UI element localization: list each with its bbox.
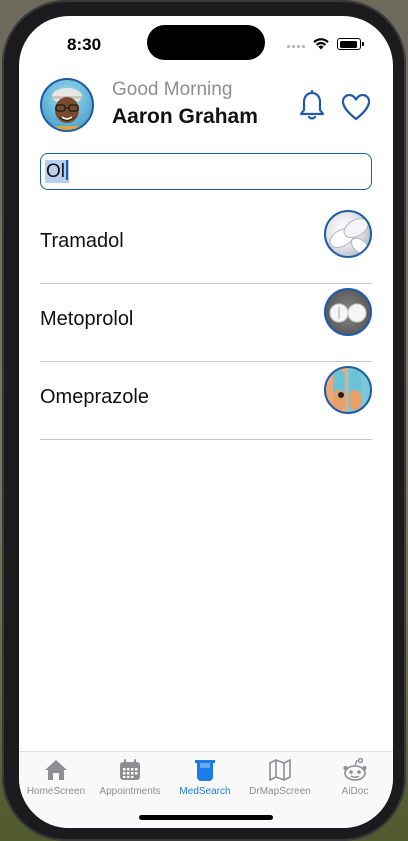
medication-name: Metoprolol xyxy=(40,308,134,330)
status-bar: 8:30 xyxy=(19,16,393,70)
home-indicator xyxy=(139,815,273,820)
medication-name: Omeprazole xyxy=(40,386,149,408)
bell-icon[interactable] xyxy=(298,90,326,122)
tab-label: Appointments xyxy=(99,786,161,797)
text-caret xyxy=(66,160,68,180)
list-item[interactable]: Tramadol xyxy=(40,206,372,284)
house-icon xyxy=(45,760,67,780)
user-name: Aaron Graham xyxy=(112,105,258,128)
medication-results-list: Tramadol Metoprolol Omeprazole xyxy=(40,206,372,440)
tab-aidoc[interactable]: AiDoc xyxy=(318,758,392,797)
tab-homescreen[interactable]: HomeScreen xyxy=(19,758,93,797)
tab-drmapscreen[interactable]: DrMapScreen xyxy=(243,758,317,797)
tab-label: HomeScreen xyxy=(26,786,86,797)
med-search-input[interactable]: Ol xyxy=(40,153,372,190)
robot-icon xyxy=(343,758,367,781)
beaker-icon xyxy=(195,760,215,781)
wifi-icon xyxy=(313,38,329,50)
cellular-signal-icon xyxy=(287,45,305,48)
omeprazole-capsule-image xyxy=(324,366,372,414)
calendar-icon xyxy=(120,759,140,780)
list-item[interactable]: Omeprazole xyxy=(40,362,372,440)
tab-label: DrMapScreen xyxy=(249,786,311,797)
avatar[interactable] xyxy=(40,78,94,132)
tab-label: MedSearch xyxy=(179,786,231,797)
tab-medsearch[interactable]: MedSearch xyxy=(168,758,242,797)
battery-icon xyxy=(337,38,364,50)
search-input-value: Ol xyxy=(45,160,69,183)
dynamic-island xyxy=(147,25,265,60)
tab-appointments[interactable]: Appointments xyxy=(93,758,167,797)
metoprolol-pill-image xyxy=(324,288,372,336)
tramadol-pill-image xyxy=(324,210,372,258)
tab-label: AiDoc xyxy=(341,786,369,797)
medication-name: Tramadol xyxy=(40,230,124,252)
map-icon xyxy=(269,759,291,781)
greeting-text: Good Morning xyxy=(112,79,233,100)
list-item[interactable]: Metoprolol xyxy=(40,284,372,362)
status-time: 8:30 xyxy=(67,35,102,54)
avatar-memoji-icon xyxy=(52,88,82,130)
app-screen: 8:30 Good Morning Aaron Graham Ol Tramad… xyxy=(19,16,393,828)
heart-icon[interactable] xyxy=(341,93,371,121)
header: Good Morning Aaron Graham xyxy=(19,74,393,138)
phone-frame: 8:30 Good Morning Aaron Graham Ol Tramad… xyxy=(2,0,406,841)
